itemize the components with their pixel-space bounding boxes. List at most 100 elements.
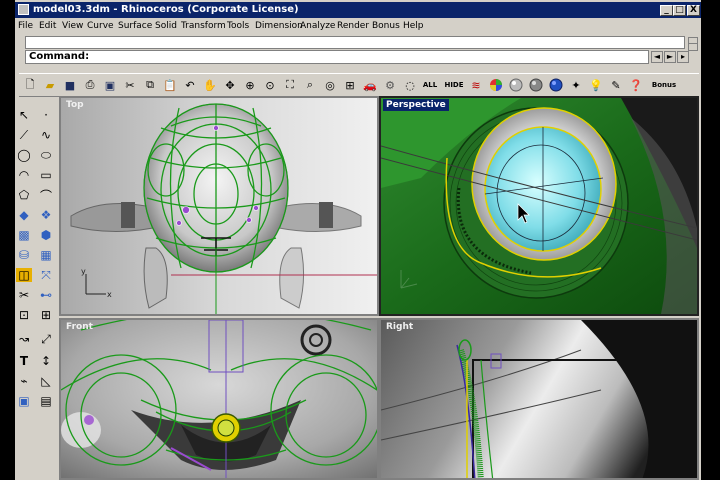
- split-icon[interactable]: ✂: [15, 286, 33, 304]
- zoom-window-icon[interactable]: ⊕: [241, 76, 259, 94]
- car-icon[interactable]: 🚗: [361, 76, 379, 94]
- loft-icon[interactable]: ❖: [37, 206, 55, 224]
- surface-icon[interactable]: ◆: [15, 206, 33, 224]
- print-icon[interactable]: ⎙: [81, 76, 99, 94]
- ellipse-icon[interactable]: ⬭: [37, 146, 55, 164]
- minimize-button[interactable]: _: [660, 5, 673, 16]
- top-axis-y-label: y: [81, 267, 86, 276]
- menu-solid[interactable]: Solid: [155, 19, 177, 33]
- grid-icon[interactable]: ◎: [321, 76, 339, 94]
- render-panel-icon[interactable]: ▣: [15, 392, 33, 410]
- zoom-icon[interactable]: ⌕: [301, 76, 319, 94]
- globe-icon[interactable]: [547, 76, 565, 94]
- point-icon[interactable]: ·: [37, 106, 55, 124]
- rhino-window: model03.3dm - Rhinoceros (Corporate Lice…: [15, 0, 701, 480]
- open-icon[interactable]: ▰: [41, 76, 59, 94]
- cylinder-icon[interactable]: ⛁: [15, 246, 33, 264]
- history-scroll-down[interactable]: [688, 43, 698, 51]
- help-icon[interactable]: ❓: [627, 76, 645, 94]
- box-icon[interactable]: ▩: [15, 226, 33, 244]
- arc-icon[interactable]: ◠: [15, 166, 33, 184]
- osnap-toggle-icon[interactable]: ◫: [15, 266, 33, 284]
- mesh-icon[interactable]: ▦: [37, 246, 55, 264]
- menu-analyze[interactable]: Analyze: [300, 19, 335, 33]
- layout-icon[interactable]: ▤: [37, 392, 55, 410]
- command-line[interactable]: Command:: [25, 50, 649, 64]
- osnap-icon[interactable]: ◌: [401, 76, 419, 94]
- save-as-icon[interactable]: ▣: [101, 76, 119, 94]
- join-icon[interactable]: ⊷: [37, 286, 55, 304]
- viewport-perspective[interactable]: Perspective: [379, 96, 699, 316]
- hide-button[interactable]: HIDE: [443, 76, 465, 94]
- rectangle-icon[interactable]: ▭: [37, 166, 55, 184]
- viewport-top-label[interactable]: Top: [63, 99, 87, 111]
- offset-icon[interactable]: ↝: [15, 330, 33, 348]
- viewport-front-label[interactable]: Front: [63, 321, 96, 333]
- save-icon[interactable]: ■: [61, 76, 79, 94]
- curvature-icon[interactable]: ◺: [37, 372, 55, 390]
- select-arrow-icon[interactable]: ↖: [15, 106, 33, 124]
- group-icon[interactable]: ⊞: [37, 306, 55, 324]
- sphere-icon[interactable]: [507, 76, 525, 94]
- array-icon[interactable]: ⊡: [15, 306, 33, 324]
- perspective-view-canvas[interactable]: [381, 98, 697, 314]
- menu-transform[interactable]: Transform: [181, 19, 226, 33]
- command-prev-button[interactable]: ◄: [651, 51, 663, 63]
- curve-icon[interactable]: ∿: [37, 126, 55, 144]
- command-history[interactable]: [25, 36, 685, 49]
- close-button[interactable]: X: [687, 5, 700, 16]
- right-view-canvas[interactable]: [381, 320, 697, 480]
- tool-icon[interactable]: ✎: [607, 76, 625, 94]
- new-icon[interactable]: 🗋: [21, 76, 39, 94]
- menu-view[interactable]: View: [62, 19, 83, 33]
- pan-hand-icon[interactable]: ✋: [201, 76, 219, 94]
- maximize-button[interactable]: □: [673, 5, 686, 16]
- four-viewports-icon[interactable]: ⊞: [341, 76, 359, 94]
- render-sphere-icon[interactable]: [527, 76, 545, 94]
- color-wheel-icon[interactable]: [487, 76, 505, 94]
- polyline-icon[interactable]: ⟋: [15, 126, 33, 144]
- app-icon: [18, 4, 29, 15]
- menu-tools[interactable]: Tools: [227, 19, 249, 33]
- viewport-top[interactable]: y x Top: [59, 96, 379, 316]
- menu-help[interactable]: Help: [403, 19, 424, 33]
- menu-surface[interactable]: Surface: [118, 19, 152, 33]
- viewport-perspective-label[interactable]: Perspective: [383, 99, 449, 111]
- command-next-button[interactable]: ►: [664, 51, 676, 63]
- render-icon[interactable]: ✦: [567, 76, 585, 94]
- viewport-front[interactable]: Front: [59, 318, 379, 480]
- viewport-right[interactable]: Right: [379, 318, 699, 480]
- transform-icon[interactable]: ⤢: [37, 330, 55, 348]
- text-icon[interactable]: T: [15, 352, 33, 370]
- dimension-icon[interactable]: ↕: [37, 352, 55, 370]
- menu-render[interactable]: Render: [337, 19, 369, 33]
- gear-icon[interactable]: ⚙: [381, 76, 399, 94]
- zoom-extents-icon[interactable]: ⊙: [261, 76, 279, 94]
- fillet-icon[interactable]: ⌒: [37, 186, 55, 204]
- undo-icon[interactable]: ↶: [181, 76, 199, 94]
- top-axis-x-label: x: [107, 290, 112, 299]
- menu-dimension[interactable]: Dimension: [255, 19, 303, 33]
- bonus-toolbar-button[interactable]: Bonus: [649, 76, 679, 94]
- menu-edit[interactable]: Edit: [39, 19, 56, 33]
- move-icon[interactable]: ⤧: [37, 266, 55, 284]
- top-view-canvas[interactable]: y x: [61, 98, 377, 314]
- menu-file[interactable]: File: [18, 19, 33, 33]
- boolean-icon[interactable]: ⬢: [37, 226, 55, 244]
- cut-icon[interactable]: ✂: [121, 76, 139, 94]
- command-menu-button[interactable]: ▸: [677, 51, 689, 63]
- menu-curve[interactable]: Curve: [87, 19, 114, 33]
- front-view-canvas[interactable]: [61, 320, 377, 480]
- light-icon[interactable]: 💡: [587, 76, 605, 94]
- select-all-button[interactable]: ALL: [419, 76, 441, 94]
- viewport-right-label[interactable]: Right: [383, 321, 416, 333]
- layer-icon[interactable]: ≋: [467, 76, 485, 94]
- copy-icon[interactable]: ⧉: [141, 76, 159, 94]
- menu-bonus[interactable]: Bonus: [372, 19, 400, 33]
- zoom-selected-icon[interactable]: ⛶: [281, 76, 299, 94]
- circle-icon[interactable]: ◯: [15, 146, 33, 164]
- rotate-view-icon[interactable]: ✥: [221, 76, 239, 94]
- polygon-icon[interactable]: ⬠: [15, 186, 33, 204]
- paste-icon[interactable]: 📋: [161, 76, 179, 94]
- analyze-icon[interactable]: ⌁: [15, 372, 33, 390]
